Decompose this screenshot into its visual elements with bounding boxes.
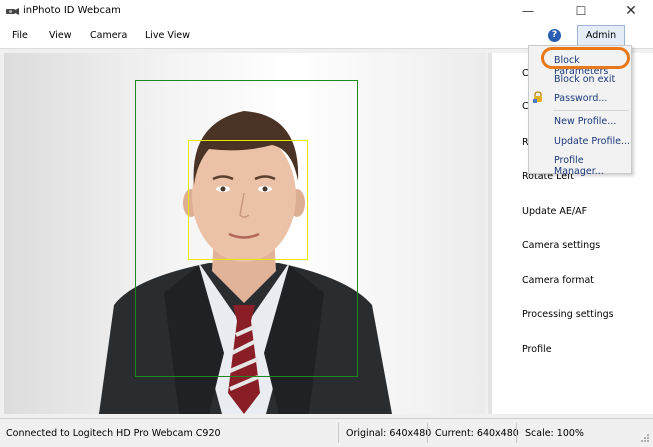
status-connection: Connected to Logitech HD Pro Webcam C920: [6, 428, 221, 439]
minimize-button[interactable]: —: [511, 0, 545, 24]
window-title: inPhoto ID Webcam: [23, 5, 121, 16]
resize-grip-icon[interactable]: [640, 433, 650, 443]
side-item-camera-settings[interactable]: Camera settings: [522, 240, 600, 251]
menu-camera[interactable]: Camera: [90, 30, 127, 41]
highlight-ring: [541, 47, 630, 69]
status-divider: [338, 423, 339, 443]
eye-frame: [188, 140, 308, 260]
side-item-camera-format[interactable]: Camera format: [522, 275, 594, 286]
close-button[interactable]: ✕: [614, 0, 648, 24]
status-original-size: Original: 640x480: [346, 428, 432, 439]
status-divider: [516, 423, 517, 443]
menu-item-update-profile[interactable]: Update Profile...: [554, 136, 630, 147]
side-item-processing-settings[interactable]: Processing settings: [522, 309, 614, 320]
menu-live-view[interactable]: Live View: [145, 30, 190, 41]
help-icon[interactable]: ?: [548, 29, 561, 42]
menu-item-new-profile[interactable]: New Profile...: [554, 116, 616, 127]
title-bar: inPhoto ID Webcam — ☐ ✕: [0, 0, 653, 24]
lock-icon: [533, 91, 542, 103]
menu-admin[interactable]: Admin: [577, 25, 625, 47]
status-bar: Connected to Logitech HD Pro Webcam C920…: [0, 418, 653, 447]
maximize-button[interactable]: ☐: [564, 0, 598, 24]
menu-file[interactable]: File: [12, 30, 28, 41]
menu-item-profile-manager[interactable]: Profile Manager...: [554, 155, 631, 177]
webcam-app-icon: [6, 8, 19, 15]
status-divider: [427, 423, 428, 443]
status-current-size: Current: 640x480: [435, 428, 519, 439]
menu-view[interactable]: View: [49, 30, 72, 41]
menu-separator: [553, 110, 629, 111]
camera-preview: [4, 53, 485, 414]
side-item-update-ae-af[interactable]: Update AE/AF: [522, 206, 587, 217]
status-scale: Scale: 100%: [525, 428, 584, 439]
side-item-profile[interactable]: Profile: [522, 344, 552, 355]
menu-item-block-on-exit[interactable]: Block on exit: [554, 74, 615, 85]
menu-item-password[interactable]: Password...: [554, 93, 607, 104]
